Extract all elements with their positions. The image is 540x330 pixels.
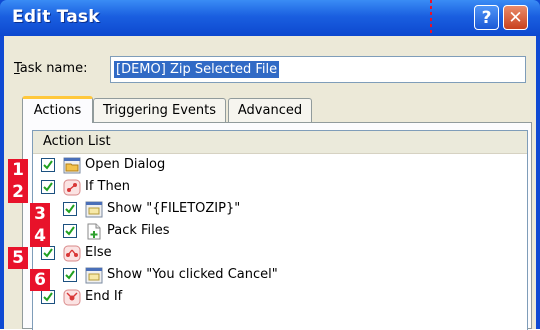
task-name-value: [DEMO] Zip Selected File [114, 61, 280, 78]
message-window-icon [85, 267, 103, 284]
message-window-icon [85, 201, 103, 218]
action-list-header-label: Action List [43, 134, 111, 149]
tab-actions[interactable]: Actions [22, 96, 93, 123]
action-text: Else [85, 245, 112, 260]
action-text: Show "You clicked Cancel" [107, 267, 278, 282]
end-if-icon [63, 289, 81, 306]
task-name-label: Task name: [14, 61, 87, 76]
else-branch-icon [63, 245, 81, 262]
row-checkbox[interactable] [41, 246, 55, 260]
row-checkbox[interactable] [63, 202, 77, 216]
close-button[interactable]: ✕ [503, 5, 528, 30]
checkmark-icon [65, 226, 75, 236]
row-checkbox[interactable] [63, 224, 77, 238]
pack-files-icon [87, 223, 101, 240]
tab-triggering-events[interactable]: Triggering Events [93, 98, 226, 122]
checkmark-icon [65, 270, 75, 280]
action-text: Open Dialog [85, 157, 166, 172]
action-row-pack-files[interactable]: Pack Files [33, 221, 527, 243]
tab-advanced[interactable]: Advanced [228, 98, 312, 122]
window-title: Edit Task [12, 7, 100, 27]
action-row-if-then[interactable]: If Then [33, 177, 527, 199]
callout-badge-2: 2 [8, 181, 28, 203]
action-text: Pack Files [107, 223, 170, 238]
row-checkbox[interactable] [41, 290, 55, 304]
dialog-client-area: Task name: [DEMO] Zip Selected File Acti… [4, 36, 536, 330]
action-row-else[interactable]: Else [33, 243, 527, 265]
folder-open-icon [63, 157, 81, 174]
row-checkbox[interactable] [41, 158, 55, 172]
callout-badge-6: 6 [30, 269, 50, 291]
task-name-input[interactable]: [DEMO] Zip Selected File [110, 56, 526, 83]
task-name-label-text: ask name: [19, 61, 88, 76]
action-list[interactable]: Action List Open Dialog If Then Show "{F… [32, 130, 528, 330]
actions-tab-panel: Action List Open Dialog If Then Show "{F… [22, 122, 532, 330]
row-checkbox[interactable] [63, 268, 77, 282]
checkmark-icon [43, 182, 53, 192]
callout-badge-4: 4 [30, 225, 50, 247]
checkmark-icon [65, 204, 75, 214]
action-row-end-if[interactable]: End If [33, 287, 527, 309]
action-text: Show "{FILETOZIP}" [107, 201, 241, 216]
callout-badge-3: 3 [30, 203, 50, 225]
row-checkbox[interactable] [41, 180, 55, 194]
action-row-open-dialog[interactable]: Open Dialog [33, 155, 527, 177]
callout-badge-5: 5 [8, 247, 28, 269]
action-text: End If [85, 289, 123, 304]
if-branch-icon [63, 179, 81, 196]
checkmark-icon [43, 292, 53, 302]
callout-badge-1: 1 [8, 159, 28, 181]
action-row-show-cancel[interactable]: Show "You clicked Cancel" [33, 265, 527, 287]
action-list-header[interactable]: Action List [33, 131, 527, 154]
help-button[interactable]: ? [474, 5, 499, 30]
action-text: If Then [85, 179, 130, 194]
title-bar[interactable]: Edit Task ? ✕ [0, 0, 540, 36]
edit-task-window: Edit Task ? ✕ Task name: [DEMO] Zip Sele… [0, 0, 540, 330]
checkmark-icon [43, 248, 53, 258]
action-row-show-filetozip[interactable]: Show "{FILETOZIP}" [33, 199, 527, 221]
checkmark-icon [43, 160, 53, 170]
